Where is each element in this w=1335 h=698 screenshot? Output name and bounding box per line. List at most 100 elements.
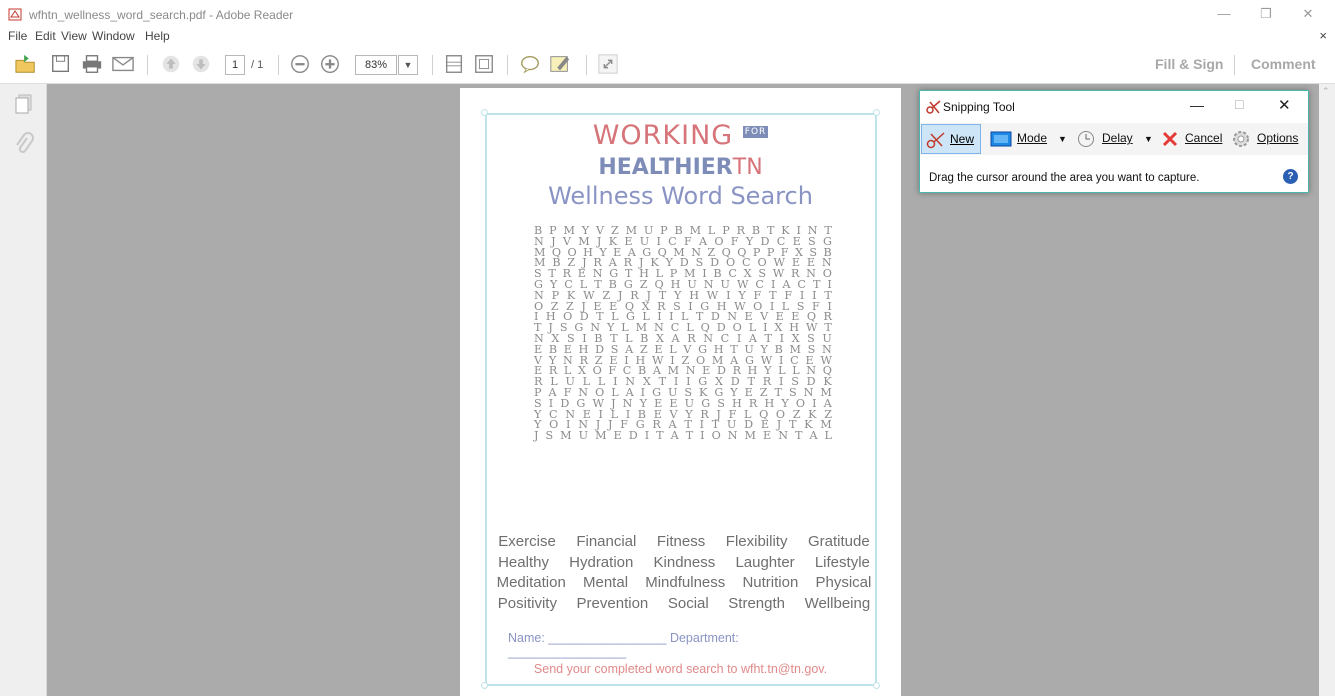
logo-working-text: WORKING: [592, 120, 734, 151]
email-icon[interactable]: [110, 53, 136, 75]
word-list-item: Mindfulness: [645, 574, 726, 591]
comment-bubble-icon[interactable]: [518, 53, 542, 75]
toolbar: 1 / 1 83% ▼ Fill & Sign Comment: [0, 46, 1335, 84]
zoom-out-icon[interactable]: [288, 53, 312, 75]
close-window-button[interactable]: ✕: [1298, 6, 1318, 22]
navigation-pane: [0, 84, 47, 696]
word-list-item: Social: [667, 594, 709, 612]
grid-row: TJSGNYLMNCLQDOLIXHWT: [534, 322, 832, 334]
word-list-item: Fitness: [656, 533, 706, 550]
word-list-item: Kindness: [653, 553, 716, 571]
menu-view[interactable]: View: [61, 29, 87, 43]
delay-clock-icon[interactable]: [1077, 130, 1095, 148]
mode-icon[interactable]: [990, 131, 1012, 147]
grid-letter: T: [656, 429, 664, 443]
word-list-row: Exercise Financial Fitness Flexibility Grati…: [488, 532, 880, 553]
word-list-item: Nutrition: [742, 574, 799, 591]
grid-letter: I: [769, 299, 775, 313]
expand-icon[interactable]: [596, 53, 620, 75]
grid-letter: S: [545, 429, 554, 443]
minimize-button[interactable]: —: [1214, 6, 1234, 21]
zoom-dropdown-button[interactable]: ▼: [398, 55, 418, 75]
help-icon[interactable]: ?: [1283, 169, 1298, 184]
delay-button[interactable]: Delay: [1102, 131, 1133, 145]
open-folder-icon[interactable]: [12, 53, 40, 75]
toolbar-separator: [278, 55, 279, 75]
menu-window[interactable]: Window: [92, 29, 135, 43]
grid-row: ERLXOFCBAMNEDRHYLLNQ: [534, 365, 832, 377]
document-title: Wellness Word Search: [548, 182, 813, 210]
menu-file[interactable]: File: [8, 29, 27, 43]
grid-letter: E: [763, 429, 772, 443]
logo-working: WORKING FOR: [460, 120, 901, 151]
toolbar-separator: [147, 55, 148, 75]
snipping-tool-window: Snipping Tool — ☐ ✕ New Mode ▼ Delay ▼ C…: [919, 90, 1309, 193]
grid-letter: T: [685, 429, 694, 443]
save-icon[interactable]: [50, 53, 72, 75]
grid-letter: O: [711, 429, 721, 443]
grid-letter: A: [670, 429, 679, 443]
mode-button[interactable]: Mode: [1017, 131, 1047, 145]
options-button[interactable]: Options: [1257, 131, 1298, 145]
highlight-tool-icon[interactable]: [547, 53, 573, 75]
grid-letter: M: [595, 429, 607, 443]
grid-letter: D: [628, 429, 638, 443]
word-list-item: Physical: [815, 574, 872, 591]
grid-row: SIDGWJNYEEUGSHRHYOIA: [534, 398, 832, 410]
grid-letter: U: [578, 429, 589, 443]
toolbar-separator: [432, 55, 433, 75]
snip-close-button[interactable]: ✕: [1278, 96, 1291, 114]
grid-letter: J: [534, 429, 539, 443]
page-total-label: / 1: [251, 59, 264, 71]
word-list-item: Laughter: [735, 553, 795, 571]
toolbar-separator: [586, 55, 587, 75]
logo-for-badge: FOR: [742, 126, 769, 138]
zoom-level-input[interactable]: 83%: [355, 55, 397, 75]
word-list-row: Positivity Prevention Social Strength Wellbe…: [488, 594, 880, 615]
fit-width-icon[interactable]: [472, 53, 496, 75]
options-gear-icon[interactable]: [1231, 129, 1251, 149]
menu-help[interactable]: Help: [145, 29, 170, 43]
word-search-grid: BPMYVZMUPBMLPRBTKINTNJVMJKEUICFAOFYDCESG…: [534, 225, 832, 443]
maximize-button[interactable]: ❐: [1256, 6, 1276, 22]
frame-corner-ornament: [481, 109, 488, 116]
menu-bar: File Edit View Window Help ×: [0, 28, 1335, 46]
print-icon[interactable]: [80, 53, 104, 75]
mode-dropdown-chevron-icon[interactable]: ▼: [1058, 134, 1067, 144]
grid-letter: S: [673, 299, 681, 313]
next-page-icon[interactable]: [190, 53, 212, 75]
grid-letter: I: [644, 429, 650, 443]
grid-letter: I: [726, 288, 731, 302]
new-snip-label: New: [950, 132, 975, 146]
vertical-scrollbar[interactable]: ⌃: [1319, 84, 1335, 696]
page-number-input[interactable]: 1: [225, 55, 245, 75]
pdf-file-icon: [8, 8, 22, 21]
toolbar-separator: [507, 55, 508, 75]
word-list: Exercise Financial Fitness Flexibility Grati…: [488, 532, 880, 614]
fill-sign-button[interactable]: Fill & Sign: [1155, 56, 1223, 72]
word-list-item: Hydration: [569, 553, 634, 571]
cancel-x-icon[interactable]: [1161, 130, 1179, 148]
new-snip-button[interactable]: New: [921, 124, 981, 154]
logo-healthier-tn: HEALTHIERTN: [460, 155, 901, 180]
menu-edit[interactable]: Edit: [35, 29, 56, 43]
word-list-row: Meditation Mental Mindfulness Nutrition Phys…: [488, 573, 880, 594]
previous-page-icon[interactable]: [160, 53, 182, 75]
delay-dropdown-chevron-icon[interactable]: ▼: [1144, 134, 1153, 144]
attachments-paperclip-icon[interactable]: [14, 132, 34, 158]
grid-letter: E: [613, 429, 622, 443]
comment-button[interactable]: Comment: [1251, 56, 1316, 72]
snipping-instructions: Drag the cursor around the area you want…: [929, 172, 1200, 184]
zoom-in-icon[interactable]: [318, 53, 342, 75]
grid-letter: J: [617, 288, 623, 302]
fit-page-icon[interactable]: [443, 53, 465, 75]
grid-letter: T: [594, 277, 602, 291]
snip-minimize-button[interactable]: —: [1190, 97, 1204, 113]
close-document-button[interactable]: ×: [1319, 28, 1327, 43]
word-list-item: Prevention: [576, 594, 649, 612]
word-list-item: Mental: [583, 574, 629, 591]
page-thumbnails-icon[interactable]: [13, 92, 35, 116]
frame-corner-ornament: [481, 682, 488, 689]
cancel-button[interactable]: Cancel: [1185, 131, 1222, 145]
snip-maximize-button[interactable]: ☐: [1234, 98, 1245, 112]
